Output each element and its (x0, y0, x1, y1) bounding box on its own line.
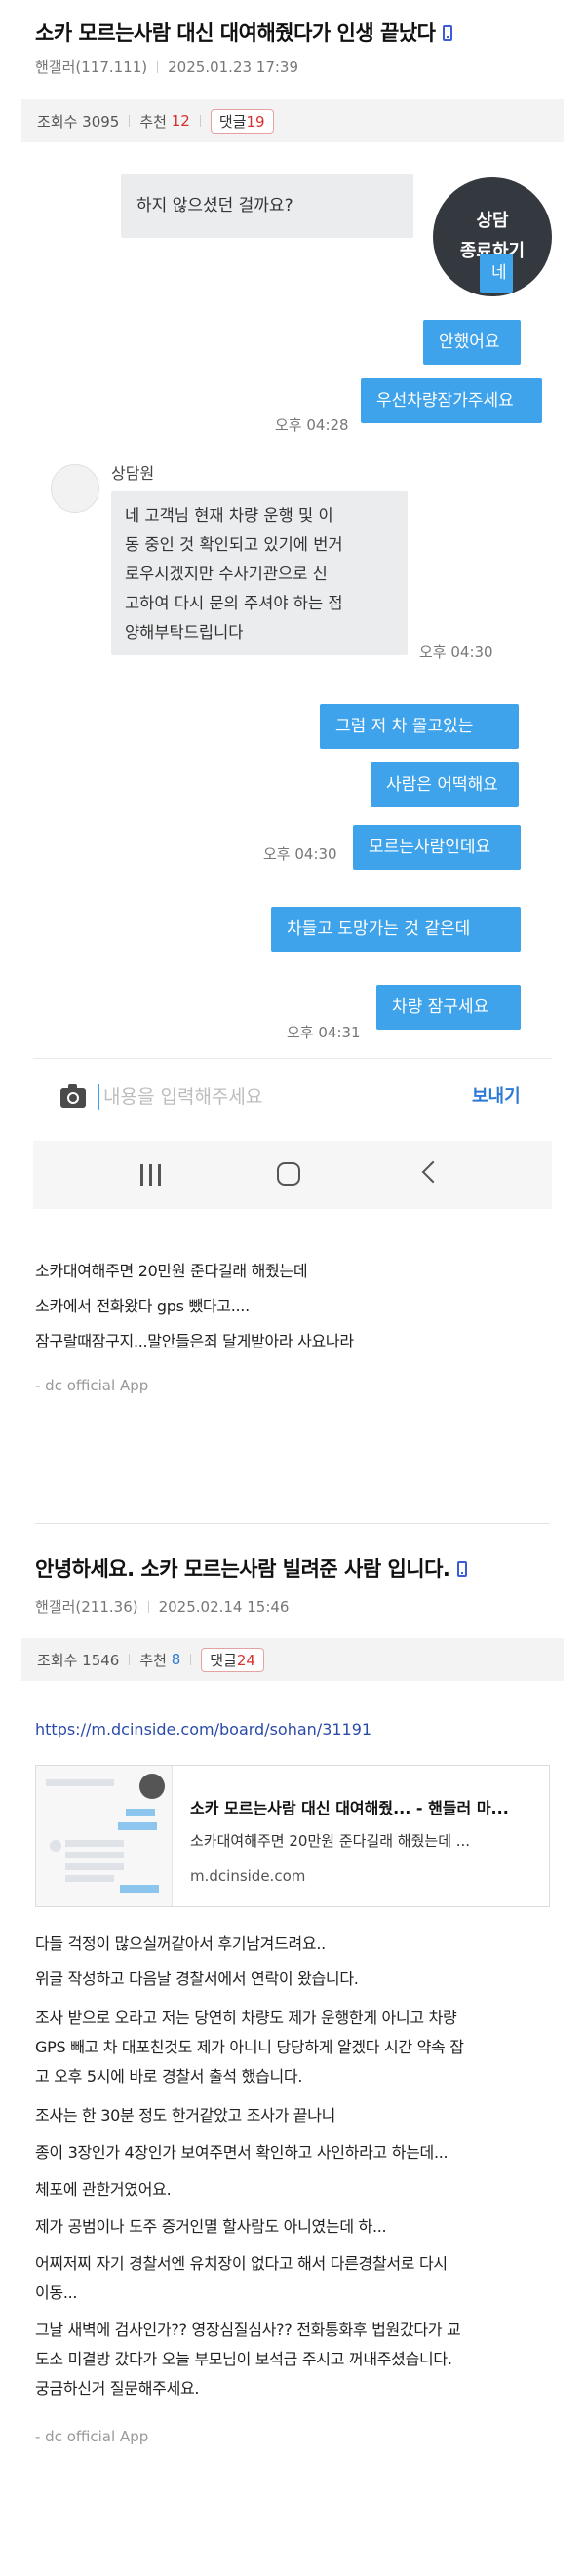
link-preview-domain: m.dcinside.com (190, 1867, 306, 1885)
link-preview-description: 소카대여해주면 20만원 준다길래 해줬는데 ... (190, 1832, 471, 1850)
post-body-line: 그날 새벽에 검사인가?? 영장심질심사?? 전화통화후 법원갔다가 교 (35, 2321, 461, 2339)
comment-count: 19 (246, 112, 265, 131)
post-title[interactable]: 안녕하세요. 소카 모르는사람 빌려준 사람 입니다. (35, 1553, 468, 1582)
user-message: 모르는사람인데요 (353, 825, 521, 870)
post-body-line: 체포에 관한거였어요. (35, 2180, 172, 2199)
comment-count-button[interactable]: 댓글19 (210, 108, 274, 134)
post-body-line: 위글 작성하고 다음날 경찰서에서 연락이 왔습니다. (35, 1970, 359, 1988)
post-stats-bar: 조회수 1546 추천 8 댓글24 (21, 1638, 564, 1681)
send-button[interactable]: 보내기 (472, 1082, 521, 1108)
mobile-post-icon (457, 1561, 468, 1577)
post-body-line: 소카에서 전화왔다 gps 뺐다고.... (35, 1297, 250, 1315)
dc-official-app-tag: - dc official App (35, 2428, 149, 2445)
post-body-line: 다들 걱정이 많으실꺼같아서 후기남겨드려요.. (35, 1934, 326, 1953)
user-message: 사람은 어떡해요 (370, 762, 519, 807)
post-body-line: 조사 받으로 오라고 저는 당연히 차량도 제가 운행한게 아니고 차량 (35, 2009, 457, 2027)
user-message: 우선차량잠가주세요 (361, 378, 542, 423)
back-icon[interactable] (421, 1160, 445, 1184)
post-body-line: 잠구랄때잠구지...말안들은죄 달게받아라 사요나라 (35, 1332, 354, 1350)
recommend-label: 추천 (139, 1651, 167, 1669)
post-title-text[interactable]: 소카 모르는사람 대신 대여해줬다가 인생 끝났다 (35, 21, 436, 45)
post-date: 2025.01.23 17:39 (168, 59, 299, 76)
user-message: 그럼 저 차 몰고있는 (320, 704, 519, 749)
post-divider (35, 1523, 550, 1524)
recommend-label: 추천 (139, 112, 167, 131)
chat-message-input[interactable] (103, 1080, 425, 1113)
text-caret (98, 1084, 99, 1110)
post-title-text[interactable]: 안녕하세요. 소카 모르는사람 빌려준 사람 입니다. (35, 1557, 450, 1581)
comment-count-button[interactable]: 댓글24 (201, 1647, 264, 1672)
android-nav-bar (33, 1141, 552, 1209)
post-stats-bar: 조회수 3095 추천 12 댓글19 (21, 99, 564, 142)
view-count: 조회수 1546 (37, 1651, 120, 1669)
post-body-line: GPS 빼고 차 대포친것도 제가 아니니 당당하게 알겠다 시간 약속 잡 (35, 2038, 464, 2056)
recommend-count: 8 (171, 1651, 181, 1668)
agent-message-top: 하지 않으셨던 걸까요? (121, 174, 413, 238)
thumb-end-button (139, 1774, 165, 1799)
post-author[interactable]: 핸갤러(117.111) (35, 59, 147, 76)
link-preview-title: 소카 모르는사람 대신 대여해줬... - 핸들러 마... (190, 1799, 509, 1817)
post-body-line: 궁금하신거 질문해주세요. (35, 2379, 200, 2398)
post-date: 2025.02.14 15:46 (158, 1598, 290, 1616)
post-body-line: 조사는 한 30분 정도 한거같았고 조사가 끝나니 (35, 2106, 336, 2125)
comment-label: 댓글 (210, 1651, 237, 1669)
agent-avatar-icon (51, 464, 99, 513)
post-meta: 핸갤러(117.111) 2025.01.23 17:39 (35, 57, 298, 77)
user-message: 안했어요 (423, 320, 521, 365)
message-time: 오후 04:28 (275, 416, 349, 434)
dc-official-app-tag: - dc official App (35, 1377, 149, 1394)
post-body-line: 어찌저찌 자기 경찰서엔 유치장이 없다고 해서 다른경찰서로 다시 (35, 2254, 448, 2273)
post-body-line: 고 오후 5시에 바로 경찰서 출석 했습니다. (35, 2067, 303, 2086)
post-body-line: 이동... (35, 2283, 78, 2302)
camera-icon[interactable] (60, 1084, 86, 1108)
message-time: 오후 04:30 (263, 845, 337, 863)
message-time: 오후 04:31 (287, 1024, 361, 1041)
post-link[interactable]: https://m.dcinside.com/board/sohan/31191 (35, 1720, 371, 1738)
recent-apps-icon[interactable] (140, 1164, 162, 1186)
comment-count: 24 (236, 1651, 255, 1669)
agent-message: 네 고객님 현재 차량 운행 및 이 동 중인 것 확인되고 있기에 번거 로우… (111, 491, 408, 655)
link-preview-thumbnail (36, 1766, 173, 1906)
user-message: 차들고 도망가는 것 같은데 (271, 907, 521, 952)
user-message: 차량 잠구세요 (376, 985, 521, 1030)
post-author[interactable]: 핸갤러(211.36) (35, 1598, 138, 1616)
post-body-line: 제가 공범이나 도주 증거인멸 할사람도 아니였는데 하... (35, 2217, 387, 2236)
message-time: 오후 04:30 (419, 644, 493, 661)
mobile-post-icon (443, 25, 453, 41)
home-icon[interactable] (277, 1162, 300, 1186)
post-title[interactable]: 소카 모르는사람 대신 대여해줬다가 인생 끝났다 (35, 18, 453, 47)
post-body-line: 소카대여해주면 20만원 준다길래 해줬는데 (35, 1262, 308, 1280)
post-body-line: 종이 3장인가 4장인가 보여주면서 확인하고 사인하라고 하는데... (35, 2143, 448, 2162)
post-meta: 핸갤러(211.36) 2025.02.14 15:46 (35, 1596, 289, 1617)
link-preview-card[interactable]: 소카 모르는사람 대신 대여해줬... - 핸들러 마... 소카대여해주면 2… (35, 1765, 550, 1907)
chat-screenshot: 하지 않으셨던 걸까요? 상담 종료하기 네 안했어요 우선차량잠가주세요 오후… (33, 156, 552, 1238)
comment-label: 댓글 (218, 112, 247, 131)
recommend-count: 12 (171, 112, 190, 130)
user-message: 네 (480, 254, 513, 293)
view-count: 조회수 3095 (37, 112, 120, 131)
post-body-line: 도소 미결방 갔다가 오늘 부모님이 보석금 주시고 꺼내주셨습니다. (35, 2350, 452, 2368)
agent-name: 상담원 (111, 464, 155, 483)
chat-input-bar: 보내기 (33, 1058, 552, 1128)
